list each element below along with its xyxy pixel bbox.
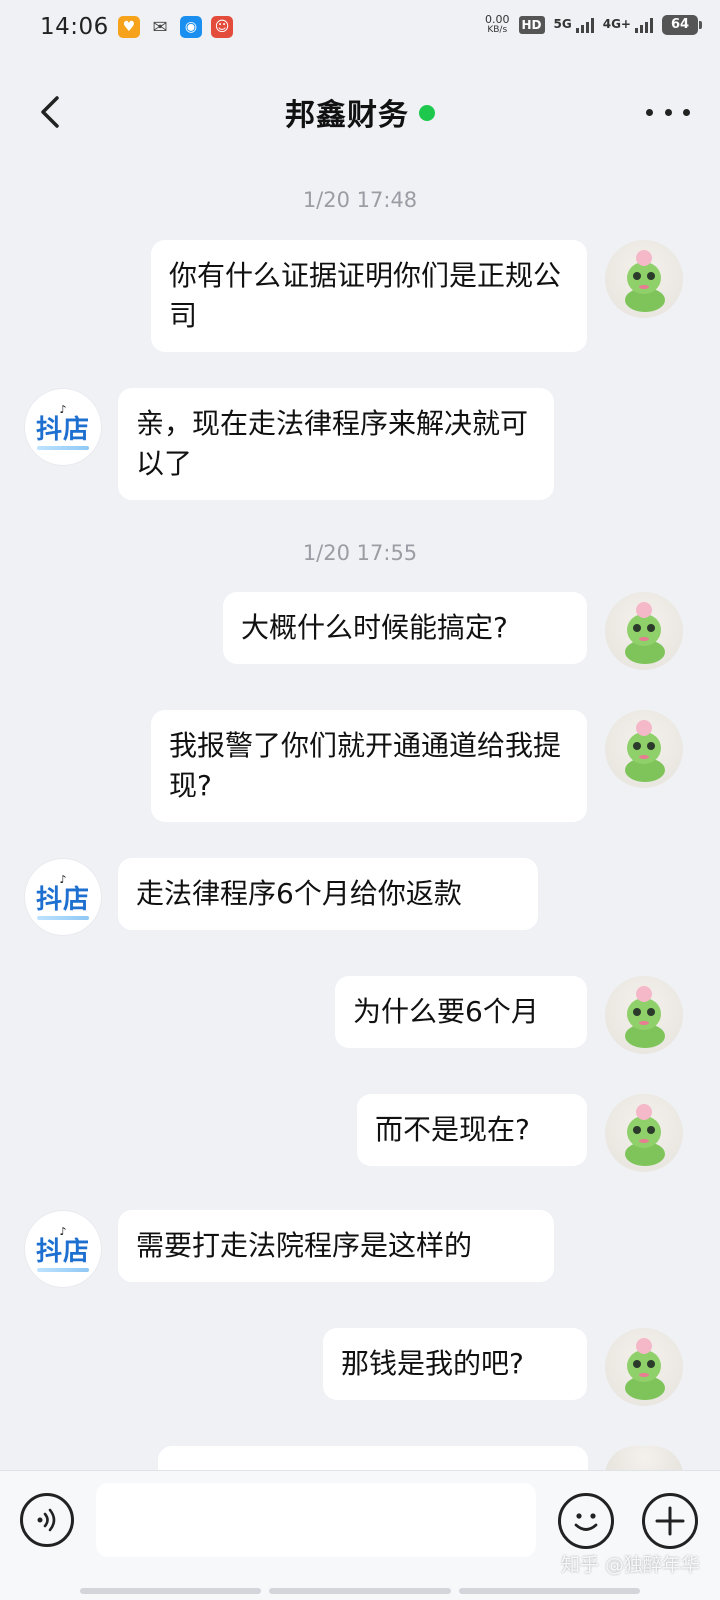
chat-title: 邦鑫财务 bbox=[285, 98, 409, 133]
shop-avatar[interactable]: ♪ 抖店 bbox=[24, 388, 102, 466]
network-speed: 0.00 KB/s bbox=[485, 14, 510, 36]
sent-message-bubble[interactable]: 你有什么证据证明你们是正规公司 bbox=[151, 240, 587, 352]
shop-avatar[interactable]: ♪ 抖店 bbox=[24, 1210, 102, 1288]
plus-icon bbox=[655, 1506, 685, 1536]
sent-message-bubble[interactable]: 大概什么时候能搞定? bbox=[223, 592, 587, 664]
my-avatar[interactable] bbox=[605, 1094, 683, 1172]
snake-avatar-icon bbox=[625, 1338, 665, 1400]
shop-logo-text: 抖店 bbox=[35, 1237, 90, 1267]
signal-bars-icon bbox=[575, 17, 594, 33]
chat-header: 邦鑫财务 bbox=[0, 72, 720, 152]
snake-avatar-icon bbox=[625, 986, 665, 1048]
more-actions-button[interactable] bbox=[642, 1493, 698, 1549]
smiley-icon bbox=[574, 1513, 598, 1531]
network-speed-value: 0.00 bbox=[485, 13, 510, 26]
notification-heart-icon: ♥ bbox=[118, 16, 140, 38]
battery-icon: 64 bbox=[662, 15, 702, 35]
voice-wave-icon bbox=[37, 1508, 56, 1532]
shop-logo-underline bbox=[37, 916, 89, 920]
shop-logo-underline bbox=[37, 1268, 89, 1272]
status-bar: 14:06 ♥ ✉ ◉ ☺ 0.00 KB/s HD 5G 4G+ 64 bbox=[0, 0, 720, 58]
sim1-label: 5G bbox=[553, 17, 572, 31]
status-right: 0.00 KB/s HD 5G 4G+ 64 bbox=[485, 14, 702, 36]
received-message-bubble[interactable]: 走法律程序6个月给你返款 bbox=[118, 858, 538, 930]
hd-badge: HD bbox=[518, 16, 545, 34]
hotspot-icon: ◉ bbox=[180, 16, 202, 38]
sim2-label: 4G+ bbox=[602, 17, 631, 31]
shop-logo-underline bbox=[37, 446, 89, 450]
emoji-button[interactable] bbox=[558, 1493, 614, 1549]
watermark: 知乎 @独醉年华 bbox=[560, 1554, 700, 1576]
online-status-dot bbox=[419, 105, 435, 121]
wechat-icon: ✉ bbox=[152, 16, 168, 38]
snake-avatar-icon bbox=[625, 602, 665, 664]
nav-segment bbox=[269, 1588, 451, 1594]
message-timestamp: 1/20 17:55 bbox=[302, 541, 418, 565]
dot-icon bbox=[664, 108, 672, 116]
shop-avatar[interactable]: ♪ 抖店 bbox=[24, 858, 102, 936]
received-message-bubble[interactable]: 需要打走法院程序是这样的 bbox=[118, 1210, 554, 1282]
game-app-icon: ☺ bbox=[211, 16, 233, 38]
message-input[interactable] bbox=[96, 1483, 536, 1557]
message-timestamp: 1/20 17:48 bbox=[302, 188, 418, 212]
shop-logo-text: 抖店 bbox=[35, 415, 90, 445]
shop-logo-text: 抖店 bbox=[35, 885, 90, 915]
my-avatar[interactable] bbox=[605, 592, 683, 670]
my-avatar[interactable] bbox=[605, 1328, 683, 1406]
snake-avatar-icon bbox=[625, 720, 665, 782]
sent-message-bubble[interactable]: 我报警了你们就开通通道给我提现? bbox=[151, 710, 587, 822]
voice-input-button[interactable] bbox=[20, 1493, 74, 1547]
gesture-navigation-bar[interactable] bbox=[80, 1588, 640, 1594]
title-wrap: 邦鑫财务 bbox=[0, 90, 720, 134]
sim1-signal: 5G bbox=[554, 17, 594, 33]
network-speed-unit: KB/s bbox=[487, 25, 508, 35]
sent-message-bubble[interactable]: 而不是现在? bbox=[357, 1094, 587, 1166]
input-bar bbox=[0, 1470, 720, 1600]
snake-avatar-icon bbox=[625, 1104, 665, 1166]
status-app-icons: ♥ ✉ ◉ ☺ bbox=[118, 16, 233, 38]
received-message-bubble[interactable]: 亲，现在走法律程序来解决就可以了 bbox=[118, 388, 554, 500]
status-time: 14:06 bbox=[40, 14, 109, 40]
dot-icon bbox=[683, 108, 690, 116]
nav-segment bbox=[80, 1588, 262, 1594]
my-avatar[interactable] bbox=[605, 710, 683, 788]
nav-segment bbox=[458, 1588, 640, 1594]
signal-bars-icon bbox=[635, 17, 653, 33]
my-avatar[interactable] bbox=[605, 976, 683, 1054]
more-options-button[interactable] bbox=[646, 92, 690, 132]
sent-message-bubble[interactable]: 为什么要6个月 bbox=[335, 976, 587, 1048]
snake-avatar-icon bbox=[625, 250, 665, 312]
dot-icon bbox=[646, 108, 653, 116]
sim2-signal: 4G+ bbox=[603, 17, 653, 33]
sent-message-bubble[interactable]: 那钱是我的吧? bbox=[323, 1328, 587, 1400]
my-avatar[interactable] bbox=[605, 240, 683, 318]
